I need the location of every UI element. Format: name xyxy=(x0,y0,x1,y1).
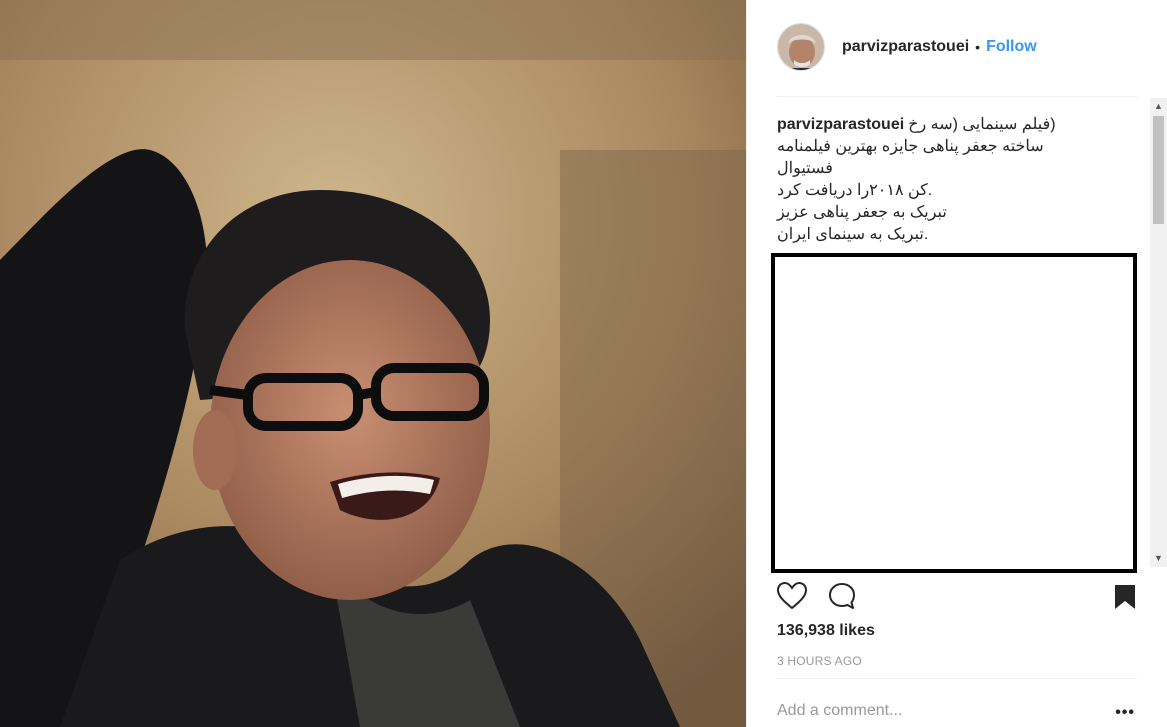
separator-dot: • xyxy=(975,39,981,55)
heart-icon[interactable] xyxy=(776,581,808,615)
post-timestamp[interactable]: 3 HOURS AGO xyxy=(777,654,862,668)
follow-button[interactable]: Follow xyxy=(986,38,1037,56)
scroll-down-arrow-icon[interactable]: ▼ xyxy=(1150,550,1167,567)
more-options-icon[interactable]: ••• xyxy=(1115,704,1135,722)
scrollbar[interactable]: ▲ ▼ xyxy=(1150,98,1167,567)
avatar-image xyxy=(778,24,824,70)
caption-line-2: ساخته جعفر پناهی جایزه بهترین فیلمنامه xyxy=(777,138,1044,155)
scrollbar-thumb[interactable] xyxy=(1153,116,1164,224)
caption-line-6: .تبریک به سینمای ایران xyxy=(777,226,929,243)
scroll-up-arrow-icon[interactable]: ▲ xyxy=(1150,98,1167,115)
post-header: parvizparastouei • Follow xyxy=(777,22,1037,72)
likes-count[interactable]: 136,938 likes xyxy=(777,622,875,640)
action-bar xyxy=(776,578,1137,615)
caption-line-5: تبریک به جعفر پناهی عزیز xyxy=(777,204,947,221)
caption-line-1: (فیلم سینمایی (سه رخ xyxy=(908,116,1056,133)
comments-area: parvizparastouei (فیلم سینمایی (سه رخ ساخ… xyxy=(771,114,1137,573)
post-photo[interactable] xyxy=(0,0,746,727)
caption-line-3: فستیوال xyxy=(777,160,833,177)
caption: parvizparastouei (فیلم سینمایی (سه رخ ساخ… xyxy=(777,114,1137,246)
caption-line-4: .کن ۲۰۱۸را دریافت کرد xyxy=(777,182,933,199)
avatar[interactable] xyxy=(777,23,825,71)
divider xyxy=(777,96,1137,97)
bookmark-icon[interactable] xyxy=(1113,584,1137,615)
divider xyxy=(777,678,1137,679)
add-comment-input[interactable]: Add a comment... xyxy=(777,702,902,720)
comment-icon[interactable] xyxy=(827,582,857,615)
embedded-frame xyxy=(771,253,1137,573)
post-side-panel: parvizparastouei • Follow parvizparastou… xyxy=(746,0,1167,727)
caption-username[interactable]: parvizparastouei xyxy=(777,116,904,133)
username-link[interactable]: parvizparastouei xyxy=(842,38,969,56)
photo-image xyxy=(0,0,746,727)
